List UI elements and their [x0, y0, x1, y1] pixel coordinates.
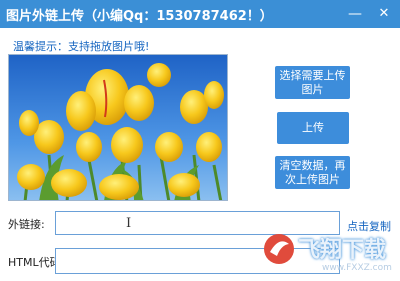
link-label: 外链接:	[8, 218, 45, 231]
close-button[interactable]: ✕	[374, 4, 394, 24]
select-image-button[interactable]: 选择需要上传图片	[275, 66, 350, 99]
title-bar: 图片外链上传（小编Qq：1530787462！） — ✕	[0, 0, 400, 28]
watermark: 飞翔下载 www.FXXZ.com	[262, 232, 394, 278]
text-cursor-icon: I	[126, 216, 132, 231]
watermark-logo-icon	[264, 234, 294, 264]
window-title: 图片外链上传（小编Qq：1530787462！）	[6, 9, 273, 24]
minimize-button[interactable]: —	[345, 4, 365, 24]
tip-text: 温馨提示：支持拖放图片哦!	[13, 40, 150, 53]
watermark-url: www.FXXZ.com	[322, 263, 392, 273]
clear-data-button[interactable]: 清空数据，再次上传图片	[275, 156, 350, 189]
image-preview[interactable]	[8, 54, 228, 201]
watermark-brand: 飞翔下载	[298, 238, 387, 263]
upload-button[interactable]: 上传	[277, 112, 349, 144]
tulip-image	[9, 55, 227, 200]
